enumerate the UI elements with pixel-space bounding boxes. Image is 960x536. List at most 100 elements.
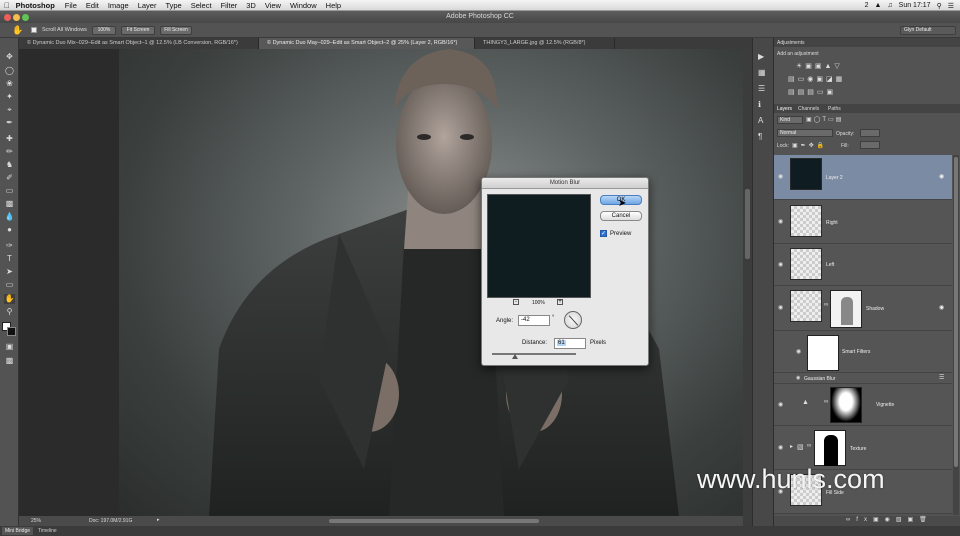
layers-scrollbar[interactable] [953,155,959,515]
tab-document-1[interactable]: © Dynamic Duo Mix–029–Edit as Smart Obje… [19,38,259,49]
dodge-tool-icon[interactable]: ● [4,225,15,235]
tab-layers[interactable]: Layers [777,106,792,112]
menu-layer[interactable]: Layer [138,1,157,10]
layer-name[interactable]: Layer 2 [826,175,843,181]
history-icon[interactable]: ▦ [758,68,768,78]
zoom-in-button[interactable]: + [557,299,563,305]
tab-channels[interactable]: Channels [798,106,819,112]
eye-icon[interactable]: ◉ [796,375,800,381]
layer-name[interactable]: Right [826,220,838,226]
layer-name[interactable]: Gaussian Blur [804,376,835,382]
filter-options-icon[interactable]: ☰ [939,374,944,381]
properties-icon[interactable]: ☰ [758,84,768,94]
gradient-tool-icon[interactable]: ▩ [4,199,15,209]
blend-mode-select[interactable]: Normal [777,129,833,137]
expand-arrow-icon[interactable]: ▸ [790,443,793,450]
menu-select[interactable]: Select [191,1,212,10]
menu-3d[interactable]: 3D [246,1,256,10]
layer-name[interactable]: Smart Filters [842,349,870,355]
notification-badge[interactable]: 2 [865,2,869,9]
eyedropper-tool-icon[interactable]: ✒ [4,118,15,128]
adjustment-icons-row-1[interactable]: ☀▣▣▲▽ [796,62,843,70]
screen-mode-icon[interactable]: ▩ [4,356,15,366]
menu-window[interactable]: Window [290,1,317,10]
wifi-icon[interactable]: ▲ [874,2,881,9]
info-icon[interactable]: ℹ [758,100,768,110]
layer-filter-icons[interactable]: ▣◯T▭▤ [806,116,843,123]
path-select-tool-icon[interactable]: ➤ [4,267,15,277]
quick-mask-icon[interactable]: ▣ [4,342,15,352]
layer-filter-select[interactable]: Kind [777,116,803,124]
distance-field[interactable]: 61 [554,338,586,349]
eye-icon[interactable]: ◉ [778,444,783,451]
group-mask-thumbnail[interactable] [814,430,846,466]
history-brush-tool-icon[interactable]: ✐ [4,173,15,183]
clock[interactable]: Sun 17:17 [899,2,931,9]
tab-mini-bridge[interactable]: Mini Bridge [2,527,34,535]
marquee-tool-icon[interactable]: ◯ [4,66,15,76]
layers-footer-icons[interactable]: ∞fx▣◉▧▣🗑 [774,516,960,526]
menu-image[interactable]: Image [108,1,129,10]
menu-type[interactable]: Type [165,1,181,10]
tab-timeline[interactable]: Timeline [38,528,57,534]
brush-tool-icon[interactable]: ✏ [4,147,15,157]
quick-select-tool-icon[interactable]: ✦ [4,92,15,102]
tab-paths[interactable]: Paths [828,106,841,112]
list-icon[interactable]: ☰ [948,2,954,10]
cancel-button[interactable]: Cancel [600,211,642,221]
blur-tool-icon[interactable]: 💧 [4,212,15,222]
preview-checkbox[interactable]: ✓ [600,230,607,237]
angle-field[interactable]: -42 [518,315,550,326]
lasso-tool-icon[interactable]: ❀ [4,79,15,89]
eye-icon[interactable]: ◉ [778,304,783,311]
adjustment-icons-row-2[interactable]: ▤▭◉▣◪▦ [788,75,845,83]
apple-menu[interactable]:  [4,1,10,10]
lock-icons[interactable]: ▣✒✥🔒 [792,142,827,149]
eye-icon[interactable]: ◉ [778,261,783,268]
distance-slider-track[interactable] [492,353,576,355]
layer-row[interactable]: ◉ Right [774,200,952,244]
menu-file[interactable]: File [65,1,77,10]
layer-row[interactable]: ◉ Gaussian Blur ☰ [774,373,952,384]
layer-name[interactable]: Texture [850,446,866,452]
zoom-100-button[interactable]: 100% [92,26,116,35]
eraser-tool-icon[interactable]: ▭ [4,186,15,196]
background-color-swatch[interactable] [7,327,16,336]
hand-tool-preset-icon[interactable]: ✋ [12,25,23,36]
shape-tool-icon[interactable]: ▭ [4,280,15,290]
distance-slider-thumb[interactable] [512,354,518,359]
tab-document-3[interactable]: THINGY3_LARGE.jpg @ 12.5% (RGB/8*) [475,38,615,49]
blur-preview[interactable] [487,194,591,298]
fill-screen-button[interactable]: Fill Screen [160,26,192,35]
layers-scroll-thumb[interactable] [954,157,958,467]
vertical-scroll-thumb[interactable] [745,189,750,259]
crop-tool-icon[interactable]: ⌖ [4,105,15,115]
layer-row[interactable]: ◉ ▲ ∞ Vignette [774,384,952,426]
close-window-button[interactable] [4,14,11,21]
menu-edit[interactable]: Edit [86,1,99,10]
paragraph-icon[interactable]: ¶ [758,132,768,142]
eye-icon[interactable]: ◉ [778,218,783,225]
layer-name[interactable]: Left [826,262,834,268]
menu-filter[interactable]: Filter [221,1,238,10]
workspace-select[interactable]: Glyn Default [900,26,956,35]
menu-view[interactable]: View [265,1,281,10]
fill-field[interactable] [860,141,880,149]
chain-link-icon[interactable]: ∞ [824,399,828,405]
chain-link-icon[interactable]: ∞ [824,302,828,308]
minimize-window-button[interactable] [13,14,20,21]
zoom-out-button[interactable]: - [513,299,519,305]
character-icon[interactable]: A [758,116,768,126]
layer-row[interactable]: ◉ Smart Filters [774,331,952,373]
eye-icon[interactable]: ◉ [778,173,783,180]
eye-icon[interactable]: ◉ [778,401,783,408]
scroll-all-windows-checkbox[interactable] [31,27,37,33]
hand-tool-icon[interactable]: ✋ [4,294,15,304]
move-tool-icon[interactable]: ✥ [4,52,15,62]
eye-icon[interactable]: ◉ [796,348,801,355]
document-image[interactable] [119,49,743,516]
pen-tool-icon[interactable]: ✑ [4,241,15,251]
layer-mask-thumbnail[interactable] [830,387,862,423]
tab-adjustments[interactable]: Adjustments [777,40,805,46]
chain-link-icon[interactable]: ∞ [807,443,811,449]
